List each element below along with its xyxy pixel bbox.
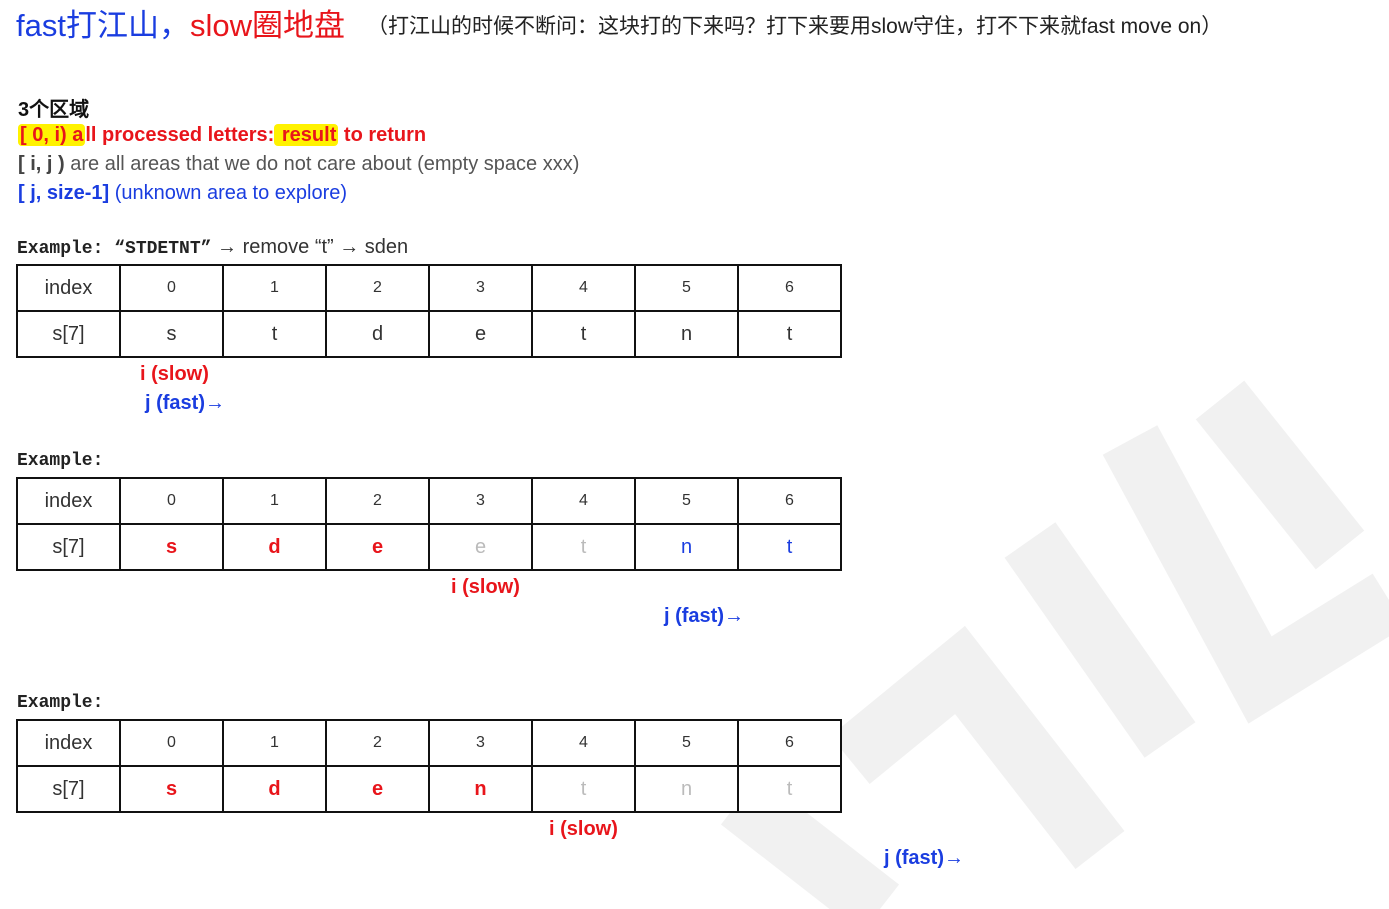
example-label: Example:: [17, 693, 103, 713]
region-dont-care-range: [ i, j ): [18, 153, 65, 175]
slow-pointer: i (slow): [451, 576, 520, 598]
index-cell: 5: [634, 719, 739, 767]
index-cell: 2: [325, 264, 430, 312]
value-cell: e: [325, 765, 430, 813]
index-cell: 4: [531, 719, 636, 767]
value-cell: t: [531, 523, 636, 571]
index-row: index 0 1 2 3 4 5 6: [16, 719, 842, 767]
title-note: （打江山的时候不断问：这块打的下来吗？打下来要用slow守住，打不下来就fast…: [366, 15, 1223, 38]
highlight-result: result: [274, 124, 339, 146]
highlight-range: [ 0, i) a: [18, 124, 86, 146]
index-cell: 1: [222, 264, 327, 312]
index-cell: 3: [428, 719, 533, 767]
fast-pointer: j (fast)→: [145, 392, 225, 414]
region-processed-end: to return: [338, 124, 427, 146]
array-table: index 0 1 2 3 4 5 6 s[7] s d e e t n t: [16, 477, 842, 571]
index-header: index: [16, 264, 121, 312]
index-cell: 6: [737, 264, 842, 312]
row-header: s[7]: [16, 310, 121, 358]
example-label-text: Example:: [17, 693, 104, 713]
region-processed: [ 0, i) a ll processed letters: result to…: [18, 122, 426, 148]
array-table: index 0 1 2 3 4 5 6 s[7] s t d e t n t: [16, 264, 842, 358]
region-dont-care-text: are all areas that we do not care about …: [64, 153, 580, 175]
index-cell: 6: [737, 477, 842, 525]
region-unknown: [ j, size-1] (unknown area to explore): [18, 180, 347, 206]
region-unknown-text: (unknown area to explore): [109, 182, 348, 204]
slow-pointer: i (slow): [140, 363, 209, 385]
index-cell: 3: [428, 477, 533, 525]
index-cell: 4: [531, 264, 636, 312]
page-title: fast打江山，slow圈地盘 （打江山的时候不断问：这块打的下来吗？打下来要用s…: [16, 6, 1222, 47]
example-label: Example:: [17, 451, 103, 471]
array-table: index 0 1 2 3 4 5 6 s[7] s d e n t n t: [16, 719, 842, 813]
index-cell: 4: [531, 477, 636, 525]
value-cell: t: [531, 765, 636, 813]
example-label-text: Example:: [17, 451, 104, 471]
index-cell: 2: [325, 477, 430, 525]
title-slow: slow圈地盘: [189, 8, 345, 43]
value-cell: s: [119, 310, 224, 358]
value-cell: d: [222, 523, 327, 571]
fast-pointer: j (fast)→: [664, 605, 744, 627]
index-cell: 1: [222, 719, 327, 767]
region-unknown-range: [ j, size-1]: [18, 182, 110, 204]
title-fast: fast打江山，: [16, 8, 190, 43]
value-cell: n: [428, 765, 533, 813]
value-cell: t: [222, 310, 327, 358]
value-row: s[7] s d e n t n t: [16, 765, 842, 813]
index-row: index 0 1 2 3 4 5 6: [16, 477, 842, 525]
example-label-text: Example:: [17, 239, 104, 259]
index-cell: 0: [119, 719, 224, 767]
index-cell: 2: [325, 719, 430, 767]
value-cell: e: [428, 310, 533, 358]
value-cell: n: [634, 310, 739, 358]
index-row: index 0 1 2 3 4 5 6: [16, 264, 842, 312]
region-dont-care: [ i, j ) are all areas that we do not ca…: [18, 151, 579, 177]
index-header: index: [16, 719, 121, 767]
value-row: s[7] s t d e t n t: [16, 310, 842, 358]
value-cell: d: [222, 765, 327, 813]
index-header: index: [16, 477, 121, 525]
value-cell: t: [737, 765, 842, 813]
region-processed-text: ll processed letters:: [85, 124, 275, 146]
value-cell: t: [737, 310, 842, 358]
value-cell: e: [428, 523, 533, 571]
slow-pointer: i (slow): [549, 818, 618, 840]
value-cell: s: [119, 523, 224, 571]
example-label: Example: “STDETNT” → remove “t” → sden: [17, 236, 408, 259]
value-cell: s: [119, 765, 224, 813]
example-description: → remove “t” → sden: [211, 236, 409, 258]
index-cell: 3: [428, 264, 533, 312]
value-cell: n: [634, 523, 739, 571]
fast-pointer: j (fast)→: [884, 847, 964, 869]
index-cell: 0: [119, 264, 224, 312]
value-cell: t: [737, 523, 842, 571]
value-cell: d: [325, 310, 430, 358]
index-cell: 6: [737, 719, 842, 767]
index-cell: 5: [634, 477, 739, 525]
row-header: s[7]: [16, 523, 121, 571]
example-input-string: “STDETNT”: [103, 239, 212, 259]
value-row: s[7] s d e e t n t: [16, 523, 842, 571]
regions-heading: 3个区域: [18, 99, 90, 121]
index-cell: 5: [634, 264, 739, 312]
row-header: s[7]: [16, 765, 121, 813]
index-cell: 1: [222, 477, 327, 525]
value-cell: t: [531, 310, 636, 358]
value-cell: n: [634, 765, 739, 813]
value-cell: e: [325, 523, 430, 571]
index-cell: 0: [119, 477, 224, 525]
